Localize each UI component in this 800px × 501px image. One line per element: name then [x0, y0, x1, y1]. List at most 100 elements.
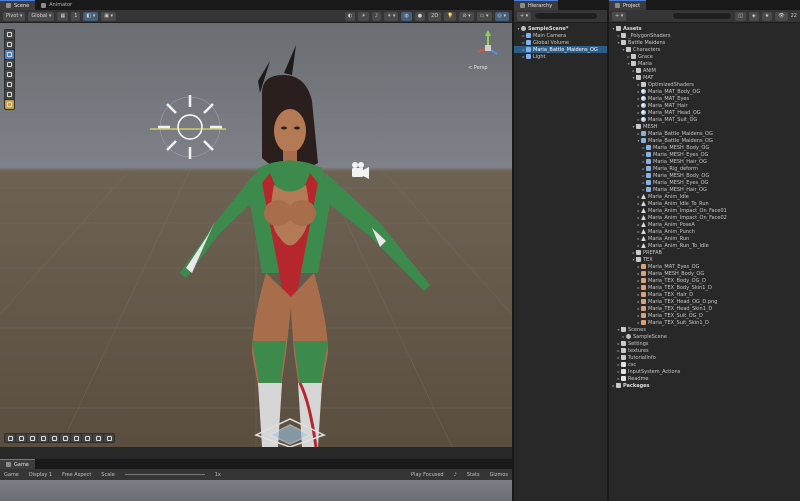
tree-row[interactable]: ▸ Packages — [609, 382, 800, 389]
search-by-label-button[interactable]: ◈ — [748, 11, 759, 21]
tree-row[interactable]: ▸ Maria_MAT_Body_OG — [609, 88, 800, 95]
draw-mode-dropdown[interactable]: ◧ ▾ — [83, 11, 99, 21]
snap-increment[interactable]: 1 — [71, 11, 81, 21]
character-model[interactable] — [180, 45, 430, 447]
custom-tool[interactable] — [5, 90, 14, 99]
tree-row[interactable]: ▸ Maria_MAT_Eyes — [609, 95, 800, 102]
tree-row[interactable]: ▸ Maria_MESH_Eyes_OG — [609, 179, 800, 186]
tab-game[interactable]: Game — [0, 459, 35, 469]
tree-row[interactable]: ▸ Maria_MESH_Body_OG — [609, 144, 800, 151]
tree-row[interactable]: ▸ Maria_TEX_Suit_OG_D — [609, 312, 800, 319]
expand-arrow-icon[interactable]: ▸ — [636, 229, 641, 234]
play-mode-dropdown[interactable]: Play Focused — [411, 472, 444, 478]
scale-tool[interactable] — [5, 60, 14, 69]
aspect-dropdown[interactable]: Free Aspect — [62, 472, 91, 478]
tab-project[interactable]: Project — [609, 0, 647, 10]
hidden-packages-button[interactable]: 👁 — [775, 11, 788, 21]
tree-row[interactable]: ▸ csc — [609, 361, 800, 368]
scale-slider[interactable] — [124, 474, 205, 475]
tab-animator[interactable]: Animator — [35, 0, 78, 10]
game-mode-dropdown[interactable]: Game — [4, 472, 19, 478]
expand-arrow-icon[interactable]: ▸ — [636, 222, 641, 227]
tree-row[interactable]: ▸ Maria_Anim_Impact_On_Face02 — [609, 214, 800, 221]
tree-row[interactable]: ▸ Maria_Battle_Maidens_OG — [609, 130, 800, 137]
tree-row[interactable]: ▸ Settings — [609, 340, 800, 347]
effects-toggle[interactable]: ✶ ▾ — [384, 11, 399, 21]
tab-hierarchy[interactable]: Hierarchy — [514, 0, 559, 10]
gizmos-dropdown[interactable]: ◎ ▾ — [494, 11, 509, 21]
hierarchy-add-button[interactable]: + ▾ — [517, 11, 532, 21]
hidden-objects-button[interactable]: ⊘ ▾ — [459, 11, 474, 21]
light-gizmo[interactable] — [150, 95, 226, 159]
tree-row[interactable]: ▸ Maria_TEX_Suit_Skin1_D — [609, 319, 800, 326]
tree-row[interactable]: ▸ Maria_MESH_Hair_OG — [609, 186, 800, 193]
project-add-button[interactable]: + ▾ — [612, 11, 627, 21]
tree-row[interactable]: ▸ Maria_TEX_Head_Skin1_D — [609, 305, 800, 312]
project-search-input[interactable] — [672, 12, 733, 20]
overlay-button-2[interactable] — [16, 434, 26, 442]
pane-divider-left[interactable] — [512, 0, 514, 501]
display-dropdown[interactable]: Display 1 — [29, 472, 52, 478]
tree-row[interactable]: ▸ Main Camera — [514, 32, 607, 39]
tree-row[interactable]: ▾ Scenes — [609, 326, 800, 333]
gizmos-button[interactable]: Gizmos — [490, 472, 508, 478]
tree-row[interactable]: ▾ Characters — [609, 46, 800, 53]
space-dropdown[interactable]: Global ▾ — [28, 11, 55, 21]
overlay-button-5[interactable] — [49, 434, 59, 442]
tab-scene[interactable]: Scene — [0, 0, 36, 10]
grid-snap-button[interactable]: ▦ — [57, 11, 69, 21]
tree-row[interactable]: ▾ Maria_Battle_Maidens_OG — [609, 137, 800, 144]
tree-row[interactable]: ▾ SampleScene* — [514, 25, 607, 32]
shading-wireframe[interactable]: ◍ — [401, 11, 412, 21]
light-toggle[interactable]: ☀ — [358, 11, 369, 21]
expand-arrow-icon[interactable]: ▸ — [636, 236, 641, 241]
hierarchy-search-input[interactable] — [534, 12, 599, 20]
hand-tool[interactable] — [5, 30, 14, 39]
tree-row[interactable]: ▾ TEX — [609, 256, 800, 263]
overlay-button-3[interactable] — [27, 434, 37, 442]
tree-row[interactable]: ▸ Maria_TEX_Body_OG_D — [609, 277, 800, 284]
tree-row[interactable]: ▸ Maria_MESH_Body_OG — [609, 172, 800, 179]
overlay-button-1[interactable] — [5, 434, 15, 442]
tree-row[interactable]: ▸ Maria_TEX_Body_Skin1_D — [609, 284, 800, 291]
overlay-button-7[interactable] — [71, 434, 81, 442]
tree-row[interactable]: ▸ Maria_TEX_Head_OG_D.png — [609, 298, 800, 305]
dim-2d-toggle[interactable]: 2D — [428, 11, 442, 21]
tree-row[interactable]: ▸ Maria_Anim_PoseA — [609, 221, 800, 228]
expand-arrow-icon[interactable]: ▸ — [636, 201, 641, 206]
tree-row[interactable]: ▾ MAT — [609, 74, 800, 81]
overlay-button-4[interactable] — [38, 434, 48, 442]
tree-row[interactable]: ▸ Maria_Rig_deform — [609, 165, 800, 172]
tree-row[interactable]: ▸ textures — [609, 347, 800, 354]
tree-row[interactable]: ▸ Grace — [609, 53, 800, 60]
tree-row[interactable]: ▸ Light — [514, 53, 607, 60]
tree-row[interactable]: ▸ Maria_Battle_Maidens_OG — [514, 46, 607, 53]
lighting-toggle[interactable]: 💡 — [444, 11, 457, 21]
overlay-button-9[interactable] — [93, 434, 103, 442]
light-probe-tool[interactable] — [5, 100, 14, 109]
overlay-button-10[interactable] — [104, 434, 114, 442]
camera-view-button[interactable]: ◐ — [345, 11, 356, 21]
tree-row[interactable]: ▸ Global Volume — [514, 39, 607, 46]
scene-viewport[interactable]: < Persp — [0, 23, 512, 447]
rect-tool[interactable] — [5, 70, 14, 79]
overlay-button-6[interactable] — [60, 434, 70, 442]
tree-row[interactable]: ▸ Maria_Anim_Run — [609, 235, 800, 242]
tree-row[interactable]: ▸ ANIM — [609, 67, 800, 74]
tree-row[interactable]: ▸ Maria_Anim_Run_To_Idle — [609, 242, 800, 249]
orientation-gizmo[interactable] — [477, 30, 498, 55]
tree-row[interactable]: ▸ Maria_Anim_Punch — [609, 228, 800, 235]
tree-row[interactable]: ▸ Maria_MAT_Eyes_OG — [609, 263, 800, 270]
transform-tool[interactable] — [5, 80, 14, 89]
mute-audio-icon[interactable]: ♪ — [454, 472, 457, 478]
camera-gizmo[interactable] — [352, 162, 369, 179]
tree-row[interactable]: ▸ Maria_MESH_Body_OG — [609, 270, 800, 277]
overlay-button-8[interactable] — [82, 434, 92, 442]
tree-row[interactable]: ▸ PREFAB — [609, 249, 800, 256]
tree-row[interactable]: ▾ Battle Maidens — [609, 39, 800, 46]
pivot-dropdown[interactable]: Pivot ▾ — [3, 11, 26, 21]
tree-row[interactable]: ▾ MESH — [609, 123, 800, 130]
persp-label[interactable]: < Persp — [468, 65, 488, 71]
expand-arrow-icon[interactable]: ▸ — [636, 208, 641, 213]
search-by-type-button[interactable]: ◫ — [735, 11, 746, 21]
